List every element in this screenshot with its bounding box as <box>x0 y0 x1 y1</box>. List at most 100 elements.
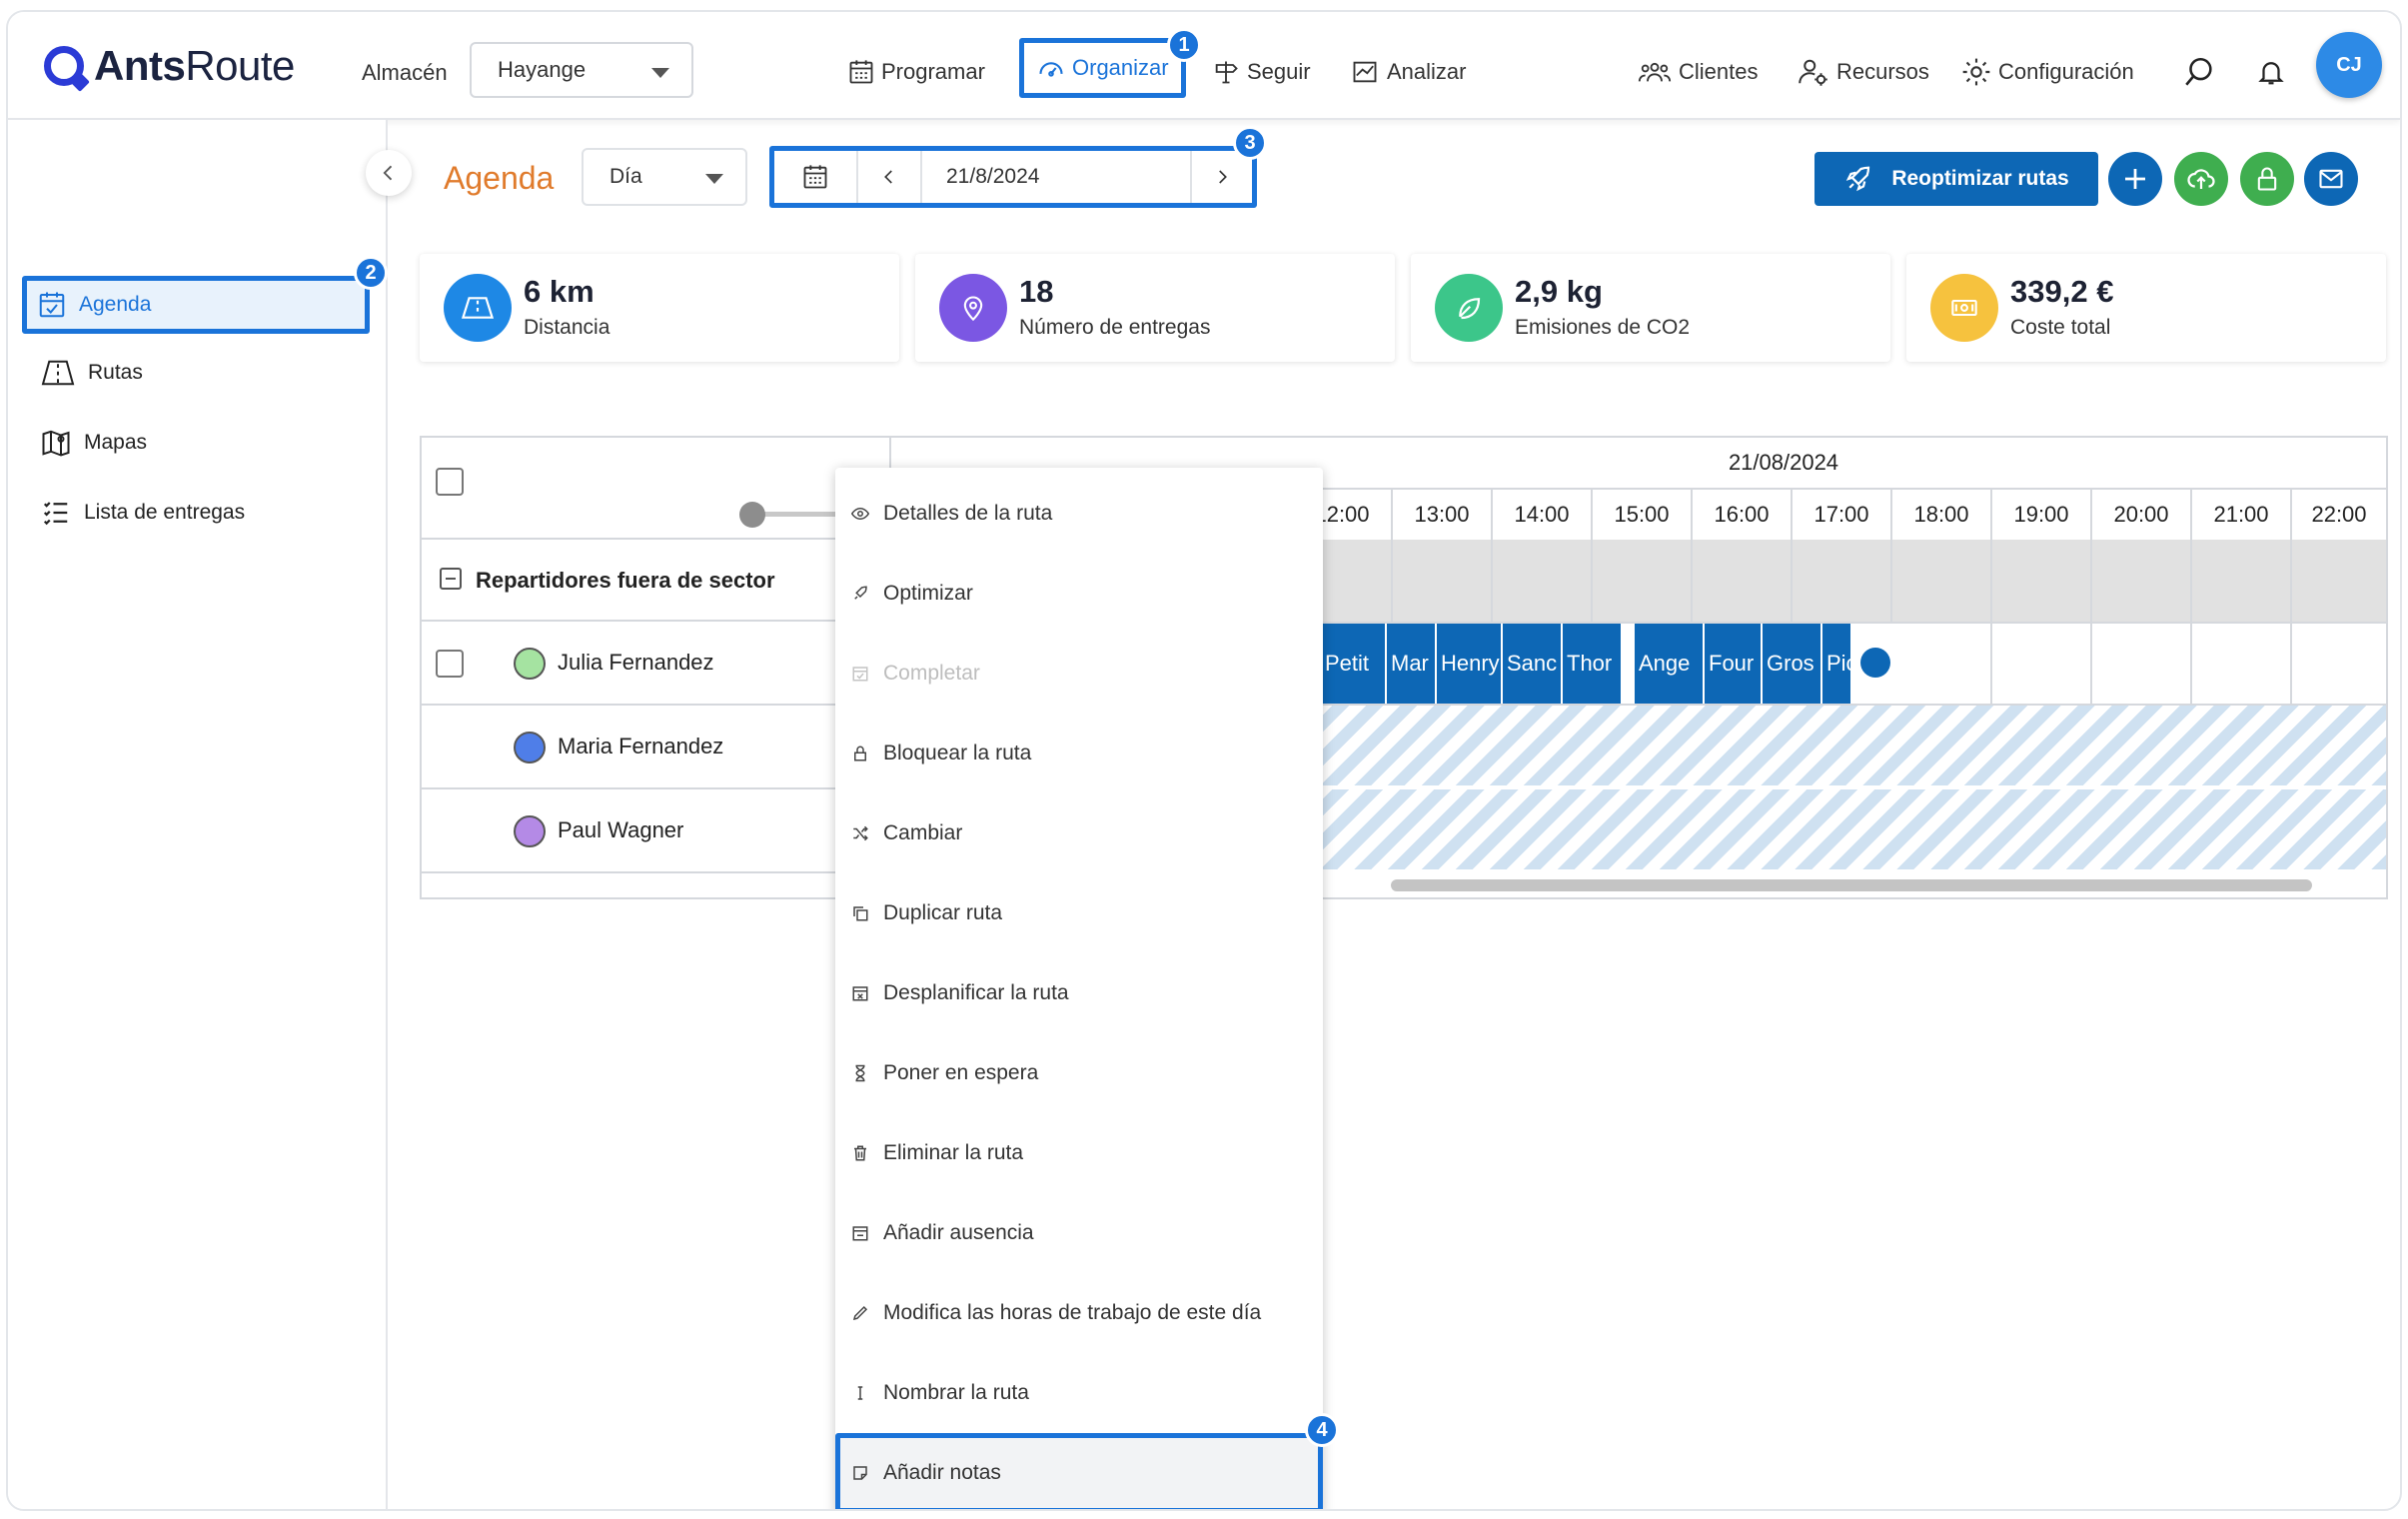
menu-item-label: Optimizar <box>883 582 973 605</box>
location-pin-icon <box>963 296 983 322</box>
sidebar-item-mapas[interactable]: Mapas <box>28 414 376 472</box>
nav-clientes[interactable]: Clientes <box>1637 46 1758 98</box>
stat-label: Emisiones de CO2 <box>1515 316 1691 339</box>
calendar-picker-button[interactable] <box>774 151 858 203</box>
menu-item-change[interactable]: Cambiar <box>835 793 1323 873</box>
group-label: Repartidores fuera de sector <box>476 568 775 593</box>
driver-row[interactable]: Julia Fernandez <box>422 622 891 706</box>
shuffle-icon <box>853 825 868 841</box>
route-end-marker[interactable] <box>1860 648 1890 678</box>
step-badge-3: 3 <box>1233 126 1267 160</box>
zoom-slider-handle[interactable] <box>739 502 765 528</box>
hour-label: 16:00 <box>1691 490 1791 540</box>
email-button[interactable] <box>2304 152 2358 206</box>
user-gear-icon <box>1799 59 1827 86</box>
menu-item-duplicate-route[interactable]: Duplicar ruta <box>835 873 1323 953</box>
driver-row[interactable]: Maria Fernandez <box>422 706 891 789</box>
hour-label: 22:00 <box>2290 490 2386 540</box>
select-all-checkbox[interactable] <box>436 468 464 496</box>
text-cursor-icon <box>857 1386 863 1400</box>
leaf-icon <box>1459 298 1481 320</box>
route-stop[interactable]: Mar <box>1387 624 1437 704</box>
nav-configuracion-label: Configuración <box>1998 59 2134 84</box>
previous-day-button[interactable] <box>858 151 922 203</box>
add-button[interactable] <box>2108 152 2162 206</box>
cloud-upload-button[interactable] <box>2174 152 2228 206</box>
nav-configuracion[interactable]: Configuración <box>1960 46 2134 98</box>
route-stop[interactable]: Petit <box>1321 624 1387 704</box>
menu-item-put-on-hold[interactable]: Poner en espera <box>835 1033 1323 1113</box>
warehouse-select[interactable]: Hayange <box>470 42 693 98</box>
menu-item-label: Modifica las horas de trabajo de este dí… <box>883 1301 1262 1324</box>
menu-item-lock-route[interactable]: Bloquear la ruta <box>835 714 1323 793</box>
menu-item-optimize[interactable]: Optimizar <box>835 554 1323 634</box>
route-stop[interactable]: Ange <box>1635 624 1705 704</box>
sidebar-item-agenda[interactable]: Agenda <box>22 276 370 334</box>
horizontal-scrollbar[interactable] <box>1391 879 2312 891</box>
collapse-sidebar-button[interactable] <box>366 150 412 196</box>
search-button[interactable] <box>2182 46 2222 98</box>
nav-analizar[interactable]: Analizar <box>1349 46 1466 98</box>
calendar-x-icon <box>852 986 868 1001</box>
view-select[interactable]: Día <box>582 148 747 206</box>
stat-icon-bg <box>444 274 512 342</box>
menu-item-delete-route[interactable]: Eliminar la ruta <box>835 1113 1323 1193</box>
stat-label: Número de entregas <box>1019 316 1211 339</box>
stat-icon-bg <box>1435 274 1503 342</box>
chevron-down-icon <box>705 174 723 184</box>
menu-item-name-route[interactable]: Nombrar la ruta <box>835 1353 1323 1433</box>
route-timeline: Repartidores fuera de sector Julia Ferna… <box>420 436 2388 899</box>
route-stop[interactable]: Thor <box>1563 624 1623 704</box>
sidebar-item-lista-de-entregas[interactable]: Lista de entregas <box>28 484 376 542</box>
nav-recursos-label: Recursos <box>1836 59 1929 84</box>
route-stop[interactable]: Henry <box>1437 624 1503 704</box>
nav-programar[interactable]: Programar <box>847 46 985 98</box>
group-row[interactable]: Repartidores fuera de sector <box>422 538 891 622</box>
route-stop[interactable]: Pic <box>1822 624 1852 704</box>
menu-item-unplan-route[interactable]: Desplanificar la ruta <box>835 953 1323 1033</box>
menu-item-add-notes[interactable]: Añadir notas <box>835 1433 1323 1509</box>
hour-label: 20:00 <box>2090 490 2190 540</box>
menu-item-route-details[interactable]: Detalles de la ruta <box>835 474 1323 554</box>
driver-checkbox[interactable] <box>436 650 464 678</box>
route-stop[interactable]: Gros <box>1763 624 1822 704</box>
date-navigator: 21/8/2024 <box>769 146 1257 208</box>
hour-label: 21:00 <box>2190 490 2290 540</box>
route-stop[interactable]: Four <box>1705 624 1763 704</box>
sidebar-item-rutas[interactable]: Rutas <box>28 344 376 402</box>
banknote-icon <box>1951 299 1977 317</box>
notifications-button[interactable] <box>2256 46 2292 98</box>
reoptimize-label: Reoptimizar rutas <box>1891 167 2069 190</box>
note-icon <box>853 1466 867 1480</box>
driver-row[interactable]: Paul Wagner <box>422 789 891 873</box>
nav-seguir-label: Seguir <box>1247 59 1311 84</box>
nav-clientes-label: Clientes <box>1679 59 1759 84</box>
stat-card-cost: 339,2 € Coste total <box>1906 254 2386 362</box>
collapse-group-icon[interactable] <box>440 568 462 590</box>
user-avatar[interactable]: CJ <box>2316 32 2382 98</box>
cloud-upload-icon <box>2187 169 2215 189</box>
hourglass-icon <box>855 1064 865 1082</box>
plus-icon <box>2125 169 2145 189</box>
nav-recursos[interactable]: Recursos <box>1797 46 1929 98</box>
stat-icon-bg <box>1930 274 1998 342</box>
current-date[interactable]: 21/8/2024 <box>922 151 1192 203</box>
menu-item-edit-working-hours[interactable]: Modifica las horas de trabajo de este dí… <box>835 1273 1323 1353</box>
menu-item-label: Duplicar ruta <box>883 901 1003 924</box>
stat-value: 339,2 € <box>2010 274 2114 309</box>
menu-item-add-absence[interactable]: Añadir ausencia <box>835 1193 1323 1273</box>
nav-programar-label: Programar <box>881 59 985 84</box>
route-stop[interactable]: Sanc <box>1503 624 1563 704</box>
map-icon <box>42 430 70 457</box>
calendar-grid-icon <box>849 60 873 84</box>
lock-button[interactable] <box>2240 152 2294 206</box>
stat-card-co2: 2,9 kg Emisiones de CO2 <box>1411 254 1890 362</box>
top-bar: AntsRoute Almacén Hayange Programar Orga… <box>8 12 2400 120</box>
antsroute-logo[interactable]: AntsRoute <box>44 40 295 92</box>
road-icon <box>41 360 75 386</box>
reoptimize-routes-button[interactable]: Reoptimizar rutas <box>1814 152 2098 206</box>
driver-name: Julia Fernandez <box>558 650 714 675</box>
nav-organizar[interactable]: Organizar <box>1019 38 1186 98</box>
nav-seguir[interactable]: Seguir <box>1211 46 1311 98</box>
menu-item-label: Cambiar <box>883 821 963 844</box>
